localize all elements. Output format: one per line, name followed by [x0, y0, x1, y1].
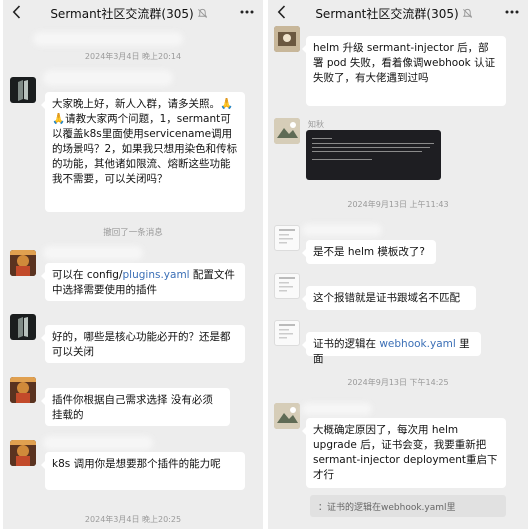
avatar[interactable]	[274, 118, 300, 144]
chat-header: Sermant社区交流群(305)	[268, 0, 528, 26]
chat-header: Sermant社区交流群(305)	[3, 0, 263, 26]
timestamp: 2024年3月4日 晚上20:14	[84, 52, 182, 61]
message-bubble[interactable]: 可以在 config/plugins.yaml 配置文件中选择需要使用的插件	[41, 263, 245, 301]
avatar[interactable]	[10, 250, 36, 276]
avatar[interactable]	[274, 320, 300, 346]
avatar[interactable]	[10, 440, 36, 466]
left-chat-window: Sermant社区交流群(305) 2024年3月4日 晚上20:14 大家晚上…	[3, 0, 263, 529]
recall-notice: 撤回了一条消息	[103, 228, 163, 238]
message-bubble[interactable]: 这个报错就是证书跟域名不匹配	[302, 286, 476, 310]
message-bubble[interactable]: helm 升级 sermant-injector 后，部署 pod 失败，看着像…	[302, 36, 506, 106]
avatar[interactable]	[274, 273, 300, 299]
message-text: 可以在 config/	[52, 269, 123, 281]
right-chat-window: Sermant社区交流群(305) helm 升级 sermant-inject…	[268, 0, 528, 529]
chat-title-wrap: Sermant社区交流群(305)	[31, 4, 227, 22]
avatar[interactable]	[274, 26, 300, 52]
quoted-message[interactable]: ：证书的逻辑在webhook.yaml里	[310, 495, 506, 517]
more-icon[interactable]	[504, 6, 520, 18]
more-icon[interactable]	[239, 6, 255, 18]
message-bubble[interactable]: 好的，哪些是核心功能必开的？还是都可以关闭	[41, 325, 245, 363]
back-icon[interactable]	[9, 4, 23, 20]
back-icon[interactable]	[274, 4, 288, 20]
avatar[interactable]	[274, 225, 300, 251]
message-bubble[interactable]: 证书的逻辑在 webhook.yaml 里面	[302, 332, 481, 365]
message-bubble[interactable]: 大概确定原因了，每次用 helm upgrade 后，证书会变，我要重新把 se…	[302, 418, 506, 488]
avatar[interactable]	[274, 403, 300, 429]
avatar[interactable]	[10, 77, 36, 103]
message-bubble[interactable]: k8s 调用你是想要那个插件的能力呢	[41, 452, 245, 490]
chat-title: Sermant社区交流群(305)	[50, 6, 194, 21]
message-text: 证书的逻辑在	[313, 338, 380, 350]
mute-icon	[197, 8, 207, 18]
message-bubble[interactable]: 是不是 helm 模板改了?	[302, 240, 436, 264]
timestamp: 2024年9月13日 下午14:25	[347, 378, 449, 387]
sender-nick: 知秋	[308, 120, 324, 129]
avatar[interactable]	[10, 377, 36, 403]
message-bubble[interactable]: 插件你根据自己需求选择 没有必须挂载的	[41, 388, 230, 426]
timestamp: 2024年3月4日 晚上20:25	[84, 515, 182, 524]
avatar[interactable]	[10, 314, 36, 340]
chat-title-wrap: Sermant社区交流群(305)	[296, 4, 492, 22]
chat-title: Sermant社区交流群(305)	[315, 6, 459, 21]
plugins-yaml-link[interactable]: plugins.yaml	[123, 269, 190, 281]
webhook-yaml-link[interactable]: webhook.yaml	[379, 338, 455, 350]
message-bubble[interactable]: 大家晚上好，新人入群，请多关照。🙏🙏请教大家两个问题，1，sermant可以覆盖…	[41, 92, 245, 212]
error-screenshot[interactable]	[306, 130, 441, 180]
mute-icon	[462, 8, 472, 18]
timestamp: 2024年9月13日 上午11:43	[347, 200, 449, 209]
